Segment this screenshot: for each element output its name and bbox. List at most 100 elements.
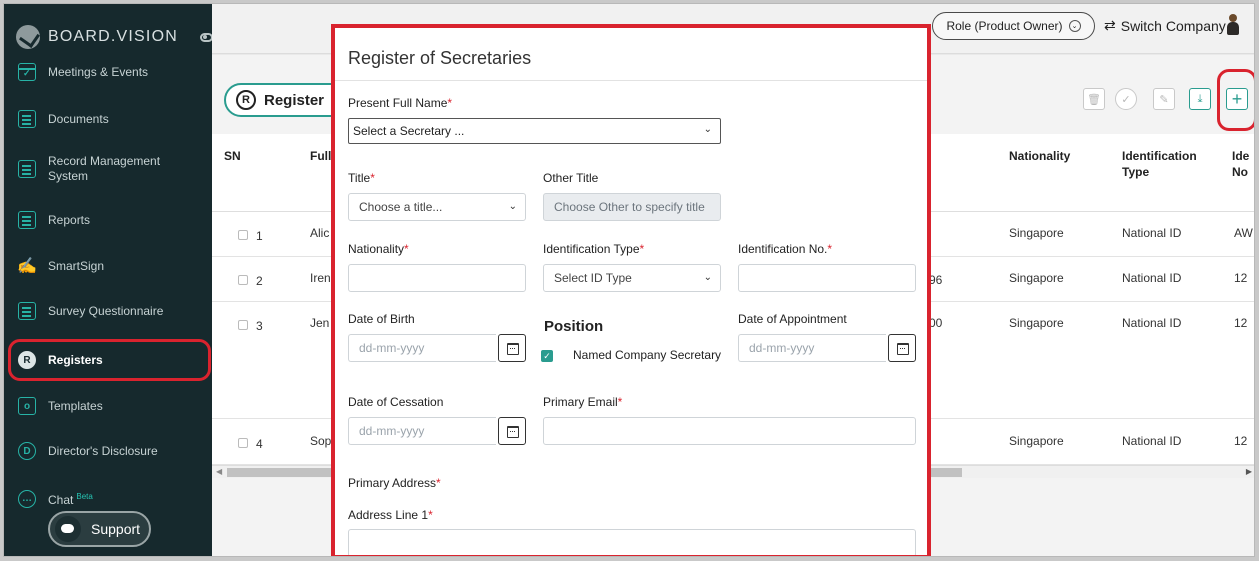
title-select[interactable]: Choose a title... ⌄ <box>348 193 526 221</box>
app-window: BOARD.VISION Meetings & Events Documents… <box>3 3 1255 557</box>
sidebar-item-registers[interactable]: R Registers <box>8 339 211 381</box>
delete-button[interactable]: 🗑 <box>1083 88 1105 110</box>
sidebar-item-meetings[interactable]: Meetings & Events <box>18 63 203 81</box>
doa-label: Date of Appointment <box>738 312 847 326</box>
reports-icon <box>18 211 36 229</box>
support-button[interactable]: Support <box>48 511 151 547</box>
sidebar-item-label: Documents <box>48 111 109 126</box>
chevron-down-icon: ⌄ <box>703 272 712 283</box>
dob-label: Date of Birth <box>348 312 415 326</box>
other-title-label: Other Title <box>543 171 599 185</box>
id-type-select-value: Select ID Type <box>554 271 632 285</box>
dob-placeholder: dd-mm-yyyy <box>359 341 425 355</box>
address-line1-label: Address Line 1* <box>348 508 433 522</box>
chevron-down-icon: ⌄ <box>703 124 712 135</box>
row-checkbox[interactable] <box>238 320 248 330</box>
scroll-right-icon[interactable]: ▶ <box>1246 467 1252 476</box>
switch-company-button[interactable]: ⇄ Switch Company <box>1104 17 1226 34</box>
id-no-label: Identification No.* <box>738 242 833 256</box>
cell-partial: 96 <box>929 273 943 287</box>
calendar-icon[interactable] <box>888 334 916 362</box>
download-icon: ⤓ <box>1197 92 1203 105</box>
sidebar-item-label: SmartSign <box>48 258 105 273</box>
sidebar-item-label: Templates <box>48 398 103 413</box>
role-label: Role (Product Owner) <box>946 19 1063 33</box>
other-title-placeholder: Choose Other to specify title <box>554 200 705 214</box>
record-icon <box>18 160 36 178</box>
switch-company-label: Switch Company <box>1120 17 1226 34</box>
title-select-value: Choose a title... <box>359 200 443 214</box>
scroll-left-icon[interactable]: ◀ <box>216 467 222 476</box>
approve-button[interactable]: ✓ <box>1115 88 1137 110</box>
primary-address-label: Primary Address* <box>348 476 441 490</box>
column-header: Nationality <box>1009 149 1071 163</box>
id-no-field[interactable] <box>738 264 916 292</box>
disclosure-icon: D <box>18 442 36 460</box>
cell-id-no: 12 <box>1234 316 1248 330</box>
calendar-icon[interactable] <box>498 417 526 445</box>
sidebar-item-label: Director's Disclosure <box>48 443 158 458</box>
title-label: Title* <box>348 171 375 185</box>
sidebar-item-smartsign[interactable]: ✍ SmartSign <box>17 257 203 275</box>
beta-badge: Beta <box>76 492 93 501</box>
modal-title: Register of Secretaries <box>348 48 532 68</box>
doa-placeholder: dd-mm-yyyy <box>749 341 815 355</box>
cell-nationality: Singapore <box>1009 434 1064 448</box>
primary-email-label: Primary Email* <box>543 395 623 409</box>
brand-logo[interactable]: BOARD.VISION <box>16 24 213 50</box>
named-secretary-label: Named Company Secretary <box>573 348 722 362</box>
pencil-icon: ✎ <box>1159 93 1169 106</box>
cell-id-type: National ID <box>1122 271 1182 285</box>
survey-icon <box>18 302 36 320</box>
register-secretaries-modal: Register of Secretaries Present Full Nam… <box>331 24 931 556</box>
primary-email-field[interactable] <box>543 417 916 445</box>
dob-field[interactable]: dd-mm-yyyy <box>348 334 496 362</box>
register-icon: R <box>236 90 256 110</box>
address-line1-field[interactable] <box>348 529 916 555</box>
edit-button[interactable]: ✎ <box>1153 88 1175 110</box>
cell-id-type: National ID <box>1122 434 1182 448</box>
calendar-icon <box>18 63 36 81</box>
cell-name: Jen <box>310 316 330 330</box>
row-checkbox[interactable] <box>238 438 248 448</box>
column-header: Full <box>310 149 332 163</box>
position-heading: Position <box>544 318 604 335</box>
cell-id-no: 12 <box>1234 434 1248 448</box>
sidebar-item-chat[interactable]: … Chat Beta <box>18 489 203 508</box>
nationality-field[interactable] <box>348 264 526 292</box>
highlight-ring <box>1217 69 1254 131</box>
sidebar-item-survey[interactable]: Survey Questionnaire <box>18 302 203 320</box>
named-secretary-checkbox[interactable]: ✓ <box>541 350 553 362</box>
cell-id-type: National ID <box>1122 226 1182 240</box>
doa-field[interactable]: dd-mm-yyyy <box>738 334 886 362</box>
cell-name: Sop <box>310 434 332 448</box>
column-header: Ide No <box>1232 149 1250 179</box>
sidebar: BOARD.VISION Meetings & Events Documents… <box>4 4 213 556</box>
support-label: Support <box>91 521 141 537</box>
sidebar-item-reports[interactable]: Reports <box>18 211 203 229</box>
sidebar-item-directors-disclosure[interactable]: D Director's Disclosure <box>18 442 203 460</box>
cell-name: Iren <box>310 271 331 285</box>
chat-bubble-icon <box>55 516 81 542</box>
role-dropdown[interactable]: Role (Product Owner) ⌄ <box>932 12 1095 40</box>
sidebar-item-templates[interactable]: o Templates <box>18 397 203 415</box>
cell-sn: 4 <box>256 437 263 451</box>
sidebar-item-label: Registers <box>48 352 103 367</box>
secretary-select[interactable]: Select a Secretary ... ⌄ <box>348 118 721 144</box>
download-button[interactable]: ⤓ <box>1189 88 1211 110</box>
row-checkbox[interactable] <box>238 230 248 240</box>
brand-name: BOARD.VISION <box>48 28 178 45</box>
cell-partial: 00 <box>929 316 943 330</box>
avatar[interactable] <box>1226 14 1240 36</box>
doc-field[interactable]: dd-mm-yyyy <box>348 417 496 445</box>
sidebar-item-record-management[interactable]: Record Management System <box>18 154 203 184</box>
sidebar-item-label: Record Management System <box>48 154 161 183</box>
trash-icon: 🗑 <box>1087 93 1101 106</box>
sidebar-item-documents[interactable]: Documents <box>18 110 203 128</box>
divider <box>335 80 927 81</box>
sidebar-item-label: Survey Questionnaire <box>48 303 164 318</box>
id-type-select[interactable]: Select ID Type ⌄ <box>543 264 721 292</box>
row-checkbox[interactable] <box>238 275 248 285</box>
calendar-icon[interactable] <box>498 334 526 362</box>
doc-placeholder: dd-mm-yyyy <box>359 424 425 438</box>
